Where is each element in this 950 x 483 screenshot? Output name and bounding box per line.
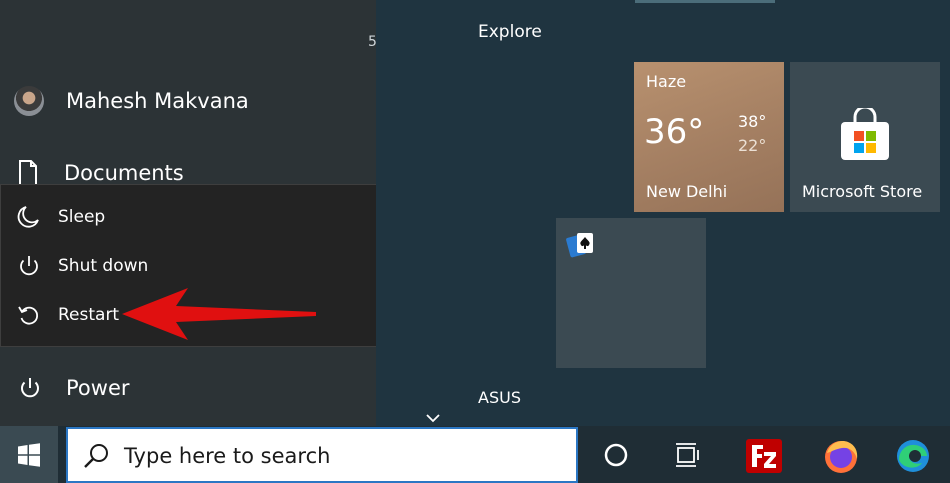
task-view-icon[interactable]	[674, 442, 702, 468]
shut-down-label: Shut down	[58, 256, 149, 276]
red-arrow-annotation	[122, 288, 316, 340]
sleep-item[interactable]: Sleep	[17, 205, 105, 229]
taskbar: Type here to search	[0, 426, 950, 483]
weather-low: 22°	[738, 136, 767, 155]
restart-icon	[18, 306, 39, 325]
weather-temperature: 36°	[644, 112, 705, 152]
power-icon	[21, 378, 39, 398]
asus-group-label: ASUS	[478, 388, 521, 407]
filezilla-icon[interactable]	[746, 439, 782, 473]
weather-tile[interactable]: Haze 36° 38° 22° New Delhi	[634, 62, 784, 212]
top-tile-edge	[635, 0, 775, 3]
explore-group-label: Explore	[478, 22, 542, 42]
restart-label: Restart	[58, 305, 120, 325]
cards-icon	[566, 233, 593, 258]
chevron-down-icon[interactable]	[425, 412, 441, 424]
search-placeholder: Type here to search	[124, 444, 331, 468]
microsoft-store-tile[interactable]: Microsoft Store	[790, 62, 940, 212]
moon-icon	[17, 206, 39, 228]
restart-item[interactable]: Restart	[17, 303, 119, 327]
document-icon	[19, 160, 37, 186]
windows-logo-icon	[18, 442, 40, 467]
solitaire-tile[interactable]	[556, 218, 706, 368]
avatar	[14, 86, 44, 116]
edge-icon[interactable]	[895, 438, 931, 474]
power-label: Power	[66, 376, 130, 400]
firefox-icon[interactable]	[822, 437, 860, 475]
sleep-label: Sleep	[58, 207, 106, 227]
user-name: Mahesh Makvana	[66, 89, 249, 113]
documents-label: Documents	[64, 161, 184, 185]
documents-item[interactable]: Documents	[18, 160, 184, 186]
weather-high: 38°	[738, 112, 767, 131]
cortana-icon[interactable]	[603, 442, 629, 468]
search-input[interactable]: Type here to search	[66, 427, 578, 483]
weather-condition: Haze	[646, 72, 687, 91]
power-button[interactable]: Power	[18, 376, 130, 400]
user-account[interactable]: Mahesh Makvana	[14, 86, 249, 116]
weather-city: New Delhi	[646, 182, 728, 201]
shut-down-item[interactable]: Shut down	[17, 254, 148, 278]
start-button[interactable]	[0, 426, 58, 483]
store-bag-icon	[841, 108, 889, 160]
store-label: Microsoft Store	[802, 182, 923, 201]
power-icon	[20, 256, 38, 276]
search-icon	[84, 444, 108, 468]
